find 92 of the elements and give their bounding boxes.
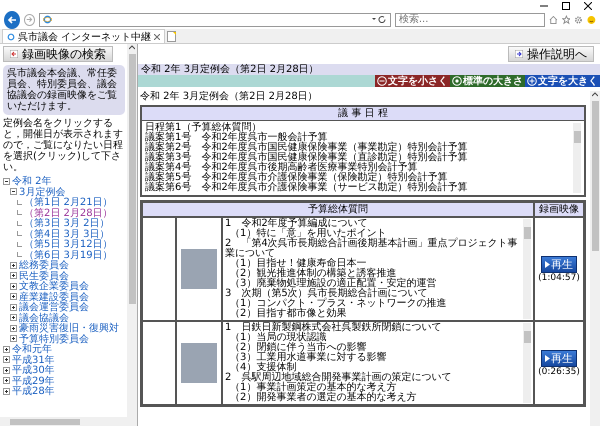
- question-line: 3 次期（第5次）呉市長期総合計画について: [225, 289, 428, 299]
- expand-icon[interactable]: [10, 304, 17, 311]
- scrollbar[interactable]: [523, 219, 531, 319]
- expand-icon[interactable]: [3, 356, 10, 364]
- back-arrow-icon: [7, 14, 18, 24]
- duration-text: (1:04:57): [538, 272, 580, 282]
- column-header: 録画映像: [534, 202, 584, 217]
- play-button[interactable]: 再生: [541, 350, 577, 366]
- text-size-button[interactable]: 文字を大きく: [525, 75, 600, 87]
- play-button[interactable]: 再生: [541, 256, 577, 272]
- scrollbar[interactable]: [523, 323, 531, 403]
- new-tab-icon[interactable]: [167, 30, 178, 42]
- agenda-header: 議 事 日 程: [142, 107, 584, 121]
- agenda-line: 議案第1号 令和2年度呉市一般会計予算: [145, 133, 328, 143]
- question-line: （1）特に「意」を用いたポイント: [230, 229, 386, 239]
- question-line: （3）廃棄物処理施設の適正配置・安定的運営: [230, 279, 438, 289]
- column-header: 予算総体質問: [142, 202, 534, 217]
- minus-icon: [377, 76, 387, 86]
- question-line: （2）閉鎖に伴う当市への影響: [229, 343, 366, 353]
- agenda-line: 議案第6号 令和2年度呉市介護保険事業（サービス勘定）特別会計予算: [145, 183, 469, 193]
- question-line: 2 呉駅周辺地域総合開発事業計画の策定について: [225, 373, 452, 383]
- question-line: （4）支援体制: [230, 363, 296, 373]
- question-line: （1）事業計画策定の基本的な考え方: [229, 383, 396, 393]
- tree-link[interactable]: （第5日 3月12日）: [24, 237, 113, 252]
- scroll-up-icon[interactable]: [592, 91, 598, 97]
- forward-arrow-icon: [26, 16, 33, 23]
- question-line: （2）開発事業者の選定の基本的な考え方: [229, 393, 418, 403]
- agenda-line: 日程第1（予算総体質問）: [145, 123, 262, 133]
- scrollbar[interactable]: [590, 91, 600, 426]
- expand-icon[interactable]: [10, 335, 17, 342]
- instructions-text: 定例会名をクリックすると，開催日が表示されますので，ご覧になりたい日程を選択(クリック)して下さい。: [3, 118, 124, 173]
- browser-logo-icon: [42, 15, 52, 24]
- scroll-up-icon[interactable]: [129, 44, 135, 50]
- question-line: （1）コンパクト・プラス・ネットワークの推進: [229, 299, 448, 309]
- breadcrumb-bar: 令和 2年 3月定例会（第2日 2月28日）: [138, 64, 600, 75]
- agenda-line: 議案第4号 令和2年度呉市後期高齢者医療事業特別会計予算: [145, 163, 418, 173]
- agenda-line: 議案第3号 令和2年度呉市国民健康保険事業（直診勘定）特別会計予算: [145, 153, 469, 163]
- star-icon[interactable]: [562, 14, 570, 24]
- question-line: （1）当局の現状認識: [229, 333, 326, 343]
- expand-icon[interactable]: [10, 272, 17, 280]
- question-line: （2）目指す都市像と効果: [229, 309, 348, 319]
- browser-logo-icon: [7, 32, 15, 40]
- expand-icon[interactable]: [3, 377, 10, 384]
- search-field[interactable]: 検索...: [394, 12, 545, 26]
- agenda-line: 議案第2号 令和2年度呉市国民健康保険事業（事業勘定）特別会計予算: [145, 143, 469, 153]
- question-line: （2）観光推進体制の構築と誘客推進: [229, 269, 396, 279]
- tree-link[interactable]: 平成28年: [12, 384, 55, 398]
- back-button[interactable]: [4, 10, 20, 28]
- play-icon: [545, 354, 550, 362]
- close-icon[interactable]: [584, 2, 592, 10]
- scrollbar[interactable]: [573, 123, 581, 193]
- question-line: 2 「第4次呉市長期総合計画後期基本計画」重点プロジェクト事業について: [225, 239, 519, 259]
- smiley-icon[interactable]: [587, 14, 596, 24]
- collapse-icon[interactable]: [10, 188, 17, 196]
- question-line: 1 日鉄日新製鋼株式会社呉製鉄所閉鎖について: [225, 323, 442, 333]
- expand-icon[interactable]: [3, 346, 10, 353]
- duration-text: (0:26:35): [538, 366, 580, 376]
- question-line: （3）工業用水道事業に対する影響: [229, 353, 388, 363]
- expand-icon[interactable]: [3, 366, 10, 374]
- browser-tab[interactable]: 呉市議会 インターネット中継: [2, 29, 166, 43]
- tree-link[interactable]: （第3日 3月 2日）: [24, 216, 110, 230]
- help-button[interactable]: 操作説明へ: [508, 46, 594, 62]
- scrollbar[interactable]: [0, 417, 137, 426]
- photo-placeholder: [181, 249, 217, 289]
- tab-title: 呉市議会 インターネット中継: [18, 30, 152, 44]
- photo-placeholder: [181, 343, 217, 383]
- address-field[interactable]: [38, 12, 391, 26]
- expand-icon[interactable]: [10, 324, 17, 332]
- agenda-line: 議案第5号 令和2年度呉市介護保険事業（保険勘定）特別会計予算: [145, 173, 448, 183]
- maximize-icon[interactable]: [562, 2, 570, 10]
- video-search-button[interactable]: 録画映像の検索: [3, 46, 113, 62]
- dot-icon: [452, 76, 462, 86]
- scrollbar[interactable]: [127, 44, 137, 417]
- arrow-right-icon: [515, 50, 523, 58]
- arrow-left-icon: [10, 50, 18, 58]
- plus-icon: [527, 76, 537, 86]
- settings-icon[interactable]: [574, 14, 584, 24]
- expand-icon[interactable]: [10, 293, 17, 300]
- expand-icon[interactable]: [3, 388, 10, 395]
- expand-icon[interactable]: [10, 262, 17, 269]
- intro-text: 呉市議会本会議、常任委員会、特別委員会、議会協議会の録画映像をご覧いただけます。: [3, 65, 125, 115]
- collapse-icon[interactable]: [3, 178, 10, 185]
- question-line: 1 令和2年度予算編成について: [225, 219, 369, 229]
- tree-link[interactable]: （第1日 2月21日）: [24, 195, 113, 210]
- expand-icon[interactable]: [10, 282, 17, 290]
- question-line: （1）目指せ！健康寿命日本一: [229, 259, 366, 269]
- text-size-button[interactable]: 文字を小さく: [375, 75, 450, 87]
- expand-icon[interactable]: [10, 314, 17, 322]
- home-icon[interactable]: [548, 14, 558, 24]
- refresh-icon[interactable]: [370, 16, 387, 23]
- play-icon: [545, 260, 550, 268]
- text-size-button[interactable]: 標準の大きさ: [450, 75, 525, 87]
